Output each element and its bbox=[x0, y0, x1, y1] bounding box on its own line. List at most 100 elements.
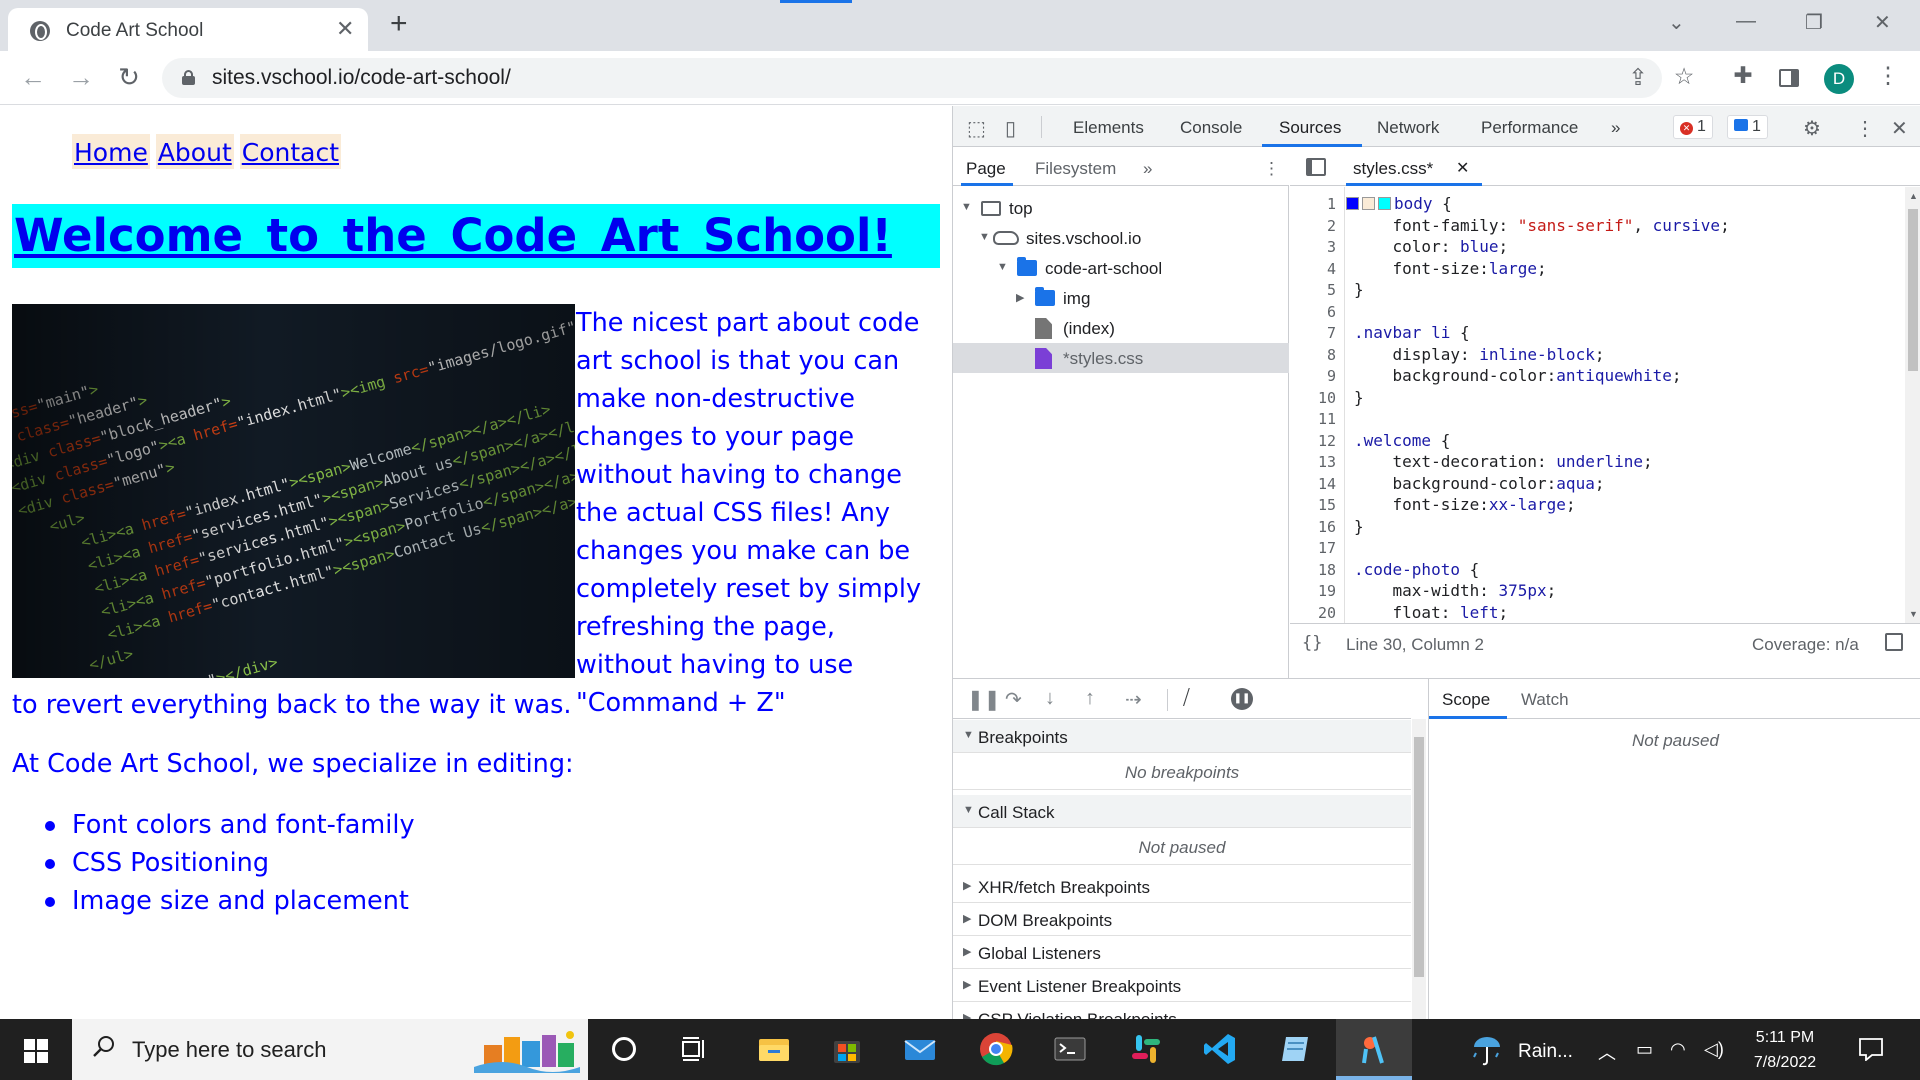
tab-elements[interactable]: Elements bbox=[1073, 118, 1144, 138]
new-tab-icon[interactable]: + bbox=[390, 7, 408, 41]
code-line[interactable]: 13 text-decoration: underline; bbox=[1290, 451, 1902, 473]
code-text[interactable]: } bbox=[1354, 280, 1364, 299]
global-listeners-section[interactable]: ▶ Global Listeners bbox=[953, 936, 1411, 969]
code-line[interactable]: 2 font-family: "sans-serif", cursive; bbox=[1290, 215, 1902, 237]
code-line[interactable]: 16} bbox=[1290, 516, 1902, 538]
line-number[interactable]: 1 bbox=[1290, 195, 1336, 213]
message-badge[interactable]: 1 bbox=[1727, 115, 1768, 139]
search-highlight-icon[interactable] bbox=[472, 1027, 582, 1073]
step-out-icon[interactable]: ↑ bbox=[1085, 687, 1095, 710]
tab-page[interactable]: Page bbox=[966, 159, 1006, 179]
nav-link-home[interactable]: Home bbox=[72, 134, 150, 169]
code-line[interactable]: 19 max-width: 375px; bbox=[1290, 580, 1902, 602]
tree-item-index[interactable]: (index) bbox=[953, 313, 1289, 343]
tab-filesystem[interactable]: Filesystem bbox=[1035, 159, 1116, 179]
code-text[interactable]: .welcome { bbox=[1354, 431, 1450, 450]
battery-icon[interactable]: ▭ bbox=[1636, 1039, 1653, 1060]
code-text[interactable]: background-color:antiquewhite; bbox=[1354, 366, 1682, 385]
line-number[interactable]: 8 bbox=[1290, 346, 1336, 364]
pretty-print-icon[interactable]: {} bbox=[1302, 633, 1322, 653]
line-number[interactable]: 9 bbox=[1290, 367, 1336, 385]
extensions-icon[interactable]: ✚ bbox=[1727, 62, 1759, 89]
dom-breakpoints-section[interactable]: ▶ DOM Breakpoints bbox=[953, 903, 1411, 936]
editor-tab-close-icon[interactable]: ✕ bbox=[1456, 158, 1469, 178]
line-number[interactable]: 3 bbox=[1290, 238, 1336, 256]
code-text[interactable]: .code-photo { bbox=[1354, 560, 1479, 579]
line-number[interactable]: 12 bbox=[1290, 432, 1336, 450]
active-app-highlight[interactable] bbox=[1336, 1019, 1412, 1080]
clock-time[interactable]: 5:11 PM bbox=[1740, 1029, 1830, 1047]
line-number[interactable]: 4 bbox=[1290, 260, 1336, 278]
mail-icon[interactable] bbox=[902, 1031, 938, 1067]
code-line[interactable]: 6 bbox=[1290, 301, 1902, 323]
line-number[interactable]: 5 bbox=[1290, 281, 1336, 299]
color-swatch[interactable] bbox=[1378, 197, 1391, 210]
code-editor[interactable]: 1 body { 2 font-family: "sans-serif", curs… bbox=[1290, 187, 1920, 623]
collapse-triangle-icon[interactable]: ▶ bbox=[963, 945, 971, 958]
collapse-triangle-icon[interactable]: ▶ bbox=[963, 912, 971, 925]
code-line[interactable]: 3 color: blue; bbox=[1290, 236, 1902, 258]
xhr-breakpoints-section[interactable]: ▶ XHR/fetch Breakpoints bbox=[953, 870, 1411, 903]
code-text[interactable]: float: left; bbox=[1354, 603, 1509, 622]
side-panel-icon[interactable] bbox=[1779, 69, 1799, 87]
line-number[interactable]: 19 bbox=[1290, 582, 1336, 600]
call-stack-section[interactable]: ▼ Call Stack bbox=[953, 795, 1411, 828]
code-text[interactable]: font-size:xx-large; bbox=[1354, 495, 1576, 514]
code-text[interactable]: .navbar li { bbox=[1354, 323, 1470, 342]
line-number[interactable]: 15 bbox=[1290, 496, 1336, 514]
line-number[interactable]: 13 bbox=[1290, 453, 1336, 471]
code-line[interactable]: 12 .welcome { bbox=[1290, 430, 1902, 452]
chrome-icon[interactable] bbox=[978, 1031, 1014, 1067]
line-number[interactable]: 20 bbox=[1290, 604, 1336, 622]
tray-chevron-icon[interactable]: ︿ bbox=[1598, 1039, 1616, 1065]
line-number[interactable]: 2 bbox=[1290, 217, 1336, 235]
color-swatch[interactable] bbox=[1346, 197, 1359, 210]
code-text[interactable]: } bbox=[1354, 388, 1364, 407]
code-line[interactable]: 18 .code-photo { bbox=[1290, 559, 1902, 581]
step-into-icon[interactable]: ↓ bbox=[1045, 687, 1055, 710]
step-over-icon[interactable]: ↷ bbox=[1005, 687, 1022, 712]
settings-gear-icon[interactable]: ⚙ bbox=[1803, 116, 1821, 141]
code-line[interactable]: 17 bbox=[1290, 537, 1902, 559]
editor-scrollbar[interactable]: ▲ ▼ bbox=[1905, 187, 1920, 623]
nav-link-about[interactable]: About bbox=[155, 134, 234, 169]
code-text[interactable]: font-family: "sans-serif", cursive; bbox=[1354, 216, 1730, 235]
device-toolbar-icon[interactable]: ▯ bbox=[1005, 116, 1016, 141]
toggle-navigator-icon[interactable] bbox=[1306, 158, 1326, 176]
tab-network[interactable]: Network bbox=[1377, 118, 1439, 138]
slack-icon[interactable] bbox=[1128, 1031, 1164, 1067]
window-close-icon[interactable]: ✕ bbox=[1874, 10, 1891, 35]
collapse-triangle-icon[interactable]: ▶ bbox=[963, 978, 971, 991]
code-text[interactable]: color: blue; bbox=[1354, 237, 1509, 256]
restore-icon[interactable]: ❐ bbox=[1805, 10, 1823, 35]
color-swatch[interactable] bbox=[1362, 197, 1375, 210]
windows-start-icon[interactable] bbox=[24, 1039, 48, 1063]
tree-item-styles[interactable]: *styles.css bbox=[953, 343, 1289, 373]
code-text[interactable]: body { bbox=[1346, 194, 1452, 213]
code-line[interactable]: 15 font-size:xx-large; bbox=[1290, 494, 1902, 516]
forward-icon[interactable]: → bbox=[66, 62, 96, 93]
wifi-icon[interactable]: ◠ bbox=[1670, 1039, 1686, 1060]
microsoft-store-icon[interactable] bbox=[829, 1031, 865, 1067]
tree-item-folder[interactable]: ▼ code-art-school bbox=[953, 253, 1289, 283]
file-explorer-icon[interactable] bbox=[756, 1031, 792, 1067]
line-number[interactable]: 16 bbox=[1290, 518, 1336, 536]
welcome-heading[interactable]: Welcome to the Code Art School! bbox=[12, 204, 940, 268]
devtools-menu-icon[interactable]: ⋮ bbox=[1855, 116, 1875, 141]
expand-triangle-icon[interactable]: ▼ bbox=[963, 804, 974, 816]
code-line[interactable]: 20 float: left; bbox=[1290, 602, 1902, 624]
volume-icon[interactable]: ◁) bbox=[1704, 1039, 1724, 1060]
line-number[interactable]: 18 bbox=[1290, 561, 1336, 579]
share-icon[interactable]: ⇪ bbox=[1622, 64, 1654, 91]
cortana-icon[interactable] bbox=[612, 1037, 636, 1061]
code-text[interactable]: font-size:large; bbox=[1354, 259, 1547, 278]
csp-breakpoints-section[interactable]: ▶ CSP Violation Breakpoints bbox=[953, 1002, 1411, 1020]
code-line[interactable]: 4 font-size:large; bbox=[1290, 258, 1902, 280]
code-text[interactable]: max-width: 375px; bbox=[1354, 581, 1557, 600]
tab-scope[interactable]: Scope bbox=[1442, 690, 1490, 710]
inspect-element-icon[interactable]: ⬚ bbox=[967, 116, 986, 141]
code-line[interactable]: 8 display: inline-block; bbox=[1290, 344, 1902, 366]
tab-console[interactable]: Console bbox=[1180, 118, 1242, 138]
expand-triangle-icon[interactable]: ▼ bbox=[979, 231, 990, 243]
more-navigator-tabs-icon[interactable]: » bbox=[1143, 159, 1152, 179]
